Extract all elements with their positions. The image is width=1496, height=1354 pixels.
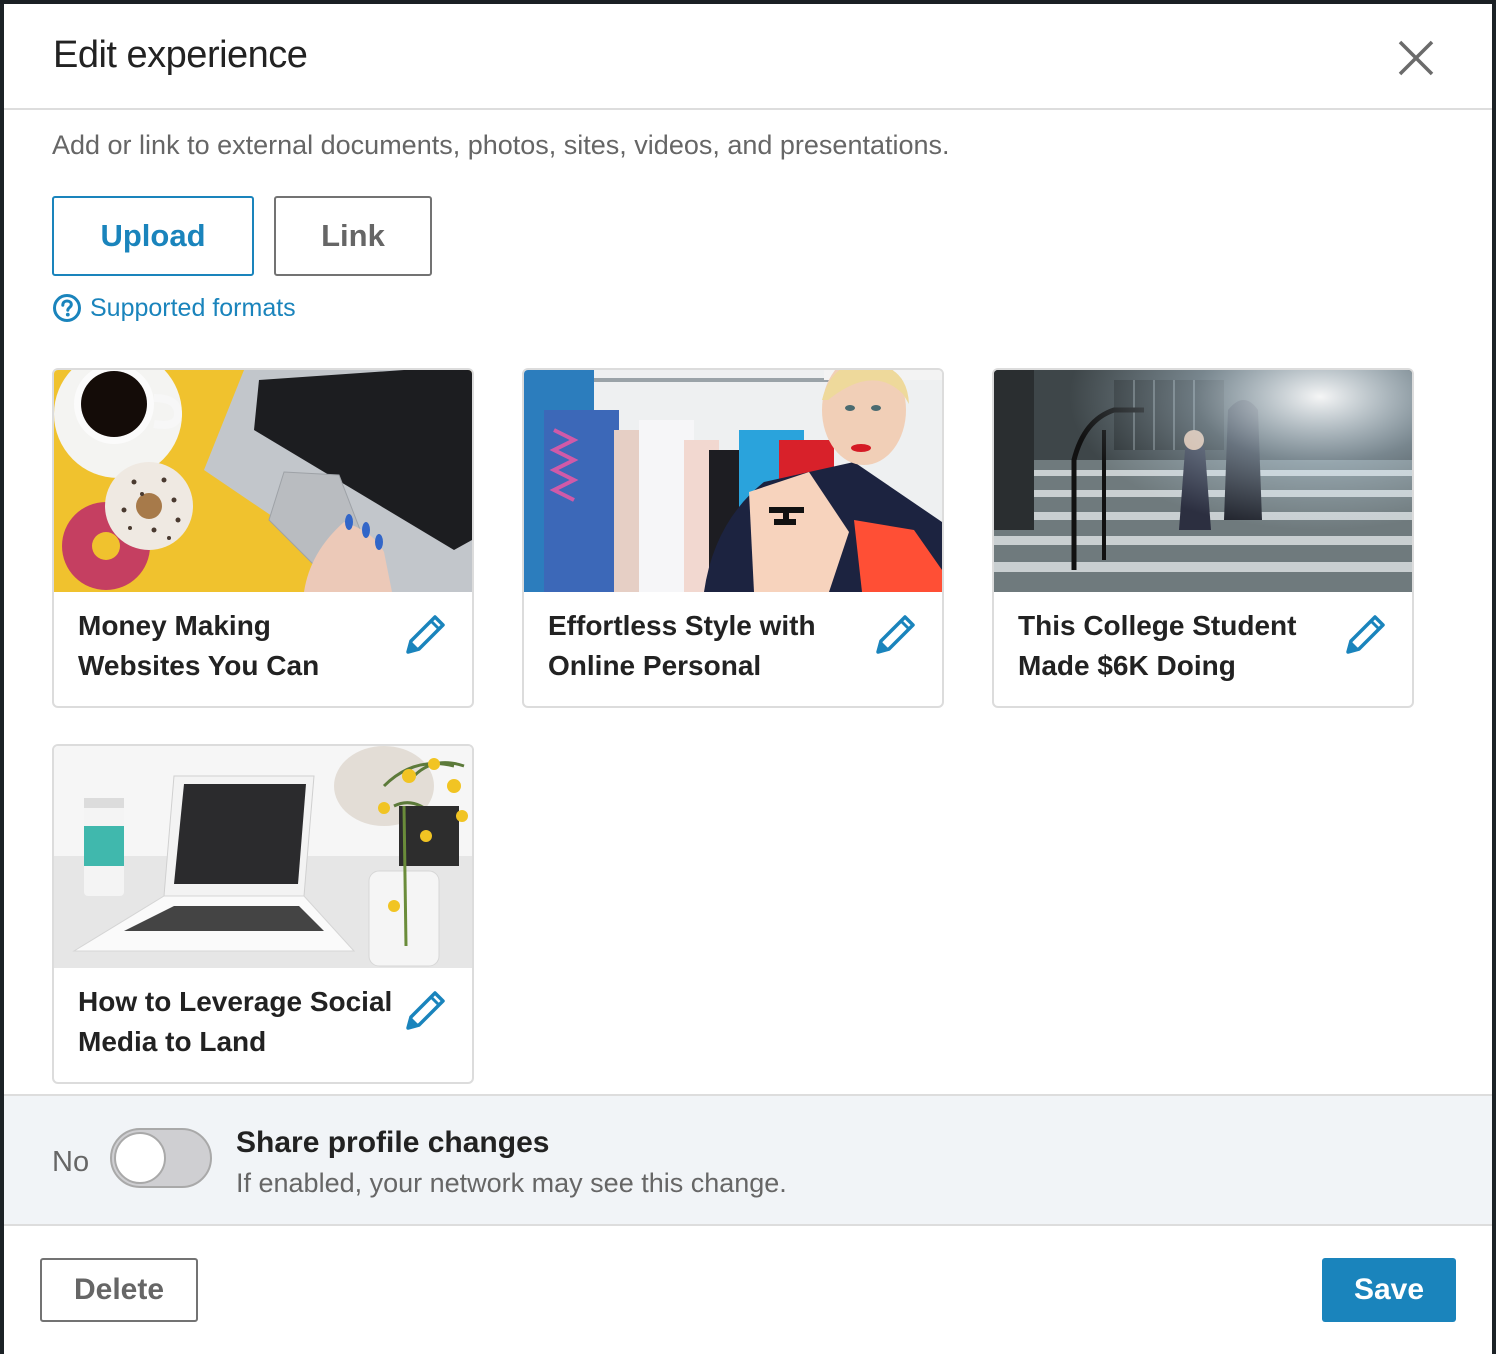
edit-media-button[interactable] <box>402 612 448 658</box>
supported-formats-label: Supported formats <box>90 293 296 322</box>
share-profile-changes-section: No Share profile changes If enabled, you… <box>4 1094 1492 1226</box>
media-card-caption: How to Leverage Social Media to Land <box>78 986 393 1057</box>
delete-button[interactable]: Delete <box>40 1258 198 1322</box>
upload-button[interactable]: Upload <box>52 196 254 276</box>
media-card[interactable]: Effortless Style with Online Personal <box>522 368 944 708</box>
pencil-icon <box>876 615 915 654</box>
pencil-icon <box>1346 615 1385 654</box>
close-button[interactable] <box>1396 38 1436 78</box>
toggle-knob <box>114 1132 166 1184</box>
laptop-coffee-donuts-thumbnail <box>54 370 472 592</box>
media-card-caption: This College Student Made $6K Doing <box>1018 610 1297 681</box>
campus-stairs-thumbnail <box>994 370 1412 592</box>
modal-header: Edit experience <box>4 4 1492 110</box>
media-card[interactable]: This College Student Made $6K Doing <box>992 368 1414 708</box>
media-card[interactable]: Money Making Websites You Can <box>52 368 474 708</box>
woman-clothes-rack-thumbnail <box>524 370 942 592</box>
save-button[interactable]: Save <box>1322 1258 1456 1322</box>
link-button[interactable]: Link <box>274 196 432 276</box>
media-card-caption: Money Making Websites You Can <box>78 610 320 681</box>
close-icon <box>1398 40 1434 76</box>
share-profile-changes-subtitle: If enabled, your network may see this ch… <box>236 1168 787 1198</box>
white-laptop-desk-thumbnail <box>54 746 472 968</box>
share-profile-changes-title: Share profile changes <box>236 1126 550 1159</box>
pencil-icon <box>406 615 445 654</box>
question-circle-icon <box>53 294 81 322</box>
modal-title: Edit experience <box>53 34 308 76</box>
share-toggle-state-label: No <box>52 1146 90 1178</box>
share-profile-changes-toggle[interactable] <box>110 1128 212 1188</box>
edit-media-button[interactable] <box>872 612 918 658</box>
supported-formats-link[interactable]: Supported formats <box>52 292 296 324</box>
media-card[interactable]: How to Leverage Social Media to Land <box>52 744 474 1084</box>
pencil-icon <box>406 991 445 1030</box>
media-intro-text: Add or link to external documents, photo… <box>52 130 950 160</box>
edit-media-button[interactable] <box>1342 612 1388 658</box>
media-card-caption: Effortless Style with Online Personal <box>548 610 816 681</box>
edit-experience-modal: Edit experience Add or link to external … <box>4 4 1492 1354</box>
edit-media-button[interactable] <box>402 988 448 1034</box>
